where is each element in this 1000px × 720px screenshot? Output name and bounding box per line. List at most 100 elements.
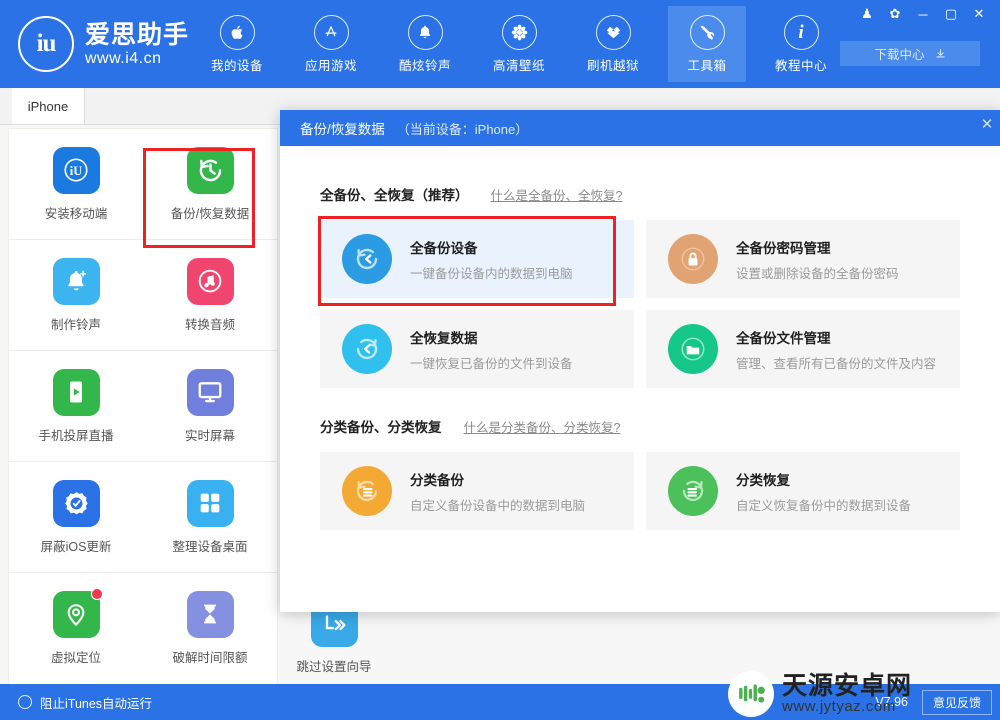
tool-label: 整理设备桌面 [172,539,248,554]
nav-item-ringtones[interactable]: 酷炫铃声 [386,6,464,82]
logo-url: www.i4.cn [85,49,162,67]
appstore-icon [313,14,349,50]
grid-row: 屏蔽iOS更新 整理设备桌面 [9,462,277,573]
tool-install-mobile[interactable]: iU 安装移动端 [9,129,143,239]
nav-item-tutorials[interactable]: i 教程中心 [762,6,840,82]
nav-label: 高清壁纸 [492,58,545,73]
arrange-desktop-icon [186,479,234,527]
maximize-icon[interactable]: ▢ [938,4,964,24]
section-header-full-backup: 全备份、全恢复（推荐） 什么是全备份、全恢复? [320,184,960,204]
grid-row: 虚拟定位 破解时间限额 [9,573,277,683]
tool-label: 实时屏幕 [184,428,235,443]
category-restore-icon [668,466,718,516]
card-category-backup[interactable]: 分类备份 自定义备份设备中的数据到电脑 [320,452,634,530]
tab-iphone[interactable]: iPhone [12,88,85,124]
app-logo: iu 爱思助手 www.i4.cn [18,16,189,72]
card-grid-full-backup: 全备份设备 一键备份设备内的数据到电脑 全备份密码管理 设置或删除设备的全备份密… [320,220,960,388]
info-icon: i [783,14,819,50]
tool-block-ios-update[interactable]: 屏蔽iOS更新 [9,462,143,572]
dialog-title-bar: 备份/恢复数据 （当前设备：iPhone） ✕ [280,110,1000,146]
card-subtitle: 一键恢复已备份的文件到设备 [410,356,573,371]
folder-icon [668,324,718,374]
backup-restore-dialog: 备份/恢复数据 （当前设备：iPhone） ✕ 全备份、全恢复（推荐） 什么是全… [280,110,1000,612]
dialog-device-label: （当前设备：iPhone） [396,121,529,137]
card-title: 全恢复数据 [410,330,478,346]
tool-make-ringtone[interactable]: 制作铃声 [9,240,143,350]
location-pin-icon [52,587,103,638]
ringtone-bell-icon [52,257,100,305]
card-title: 全备份文件管理 [736,330,831,346]
live-screen-icon [186,368,234,416]
tool-label: 转换音频 [184,317,235,332]
nav-label: 我的设备 [210,58,263,73]
card-title: 分类备份 [410,472,464,488]
status-bar-right: V7.96 意见反馈 [875,684,1000,720]
grid-row: 手机投屏直播 实时屏幕 [9,351,277,462]
section-help-link[interactable]: 什么是分类备份、分类恢复? [464,417,621,436]
card-subtitle: 一键备份设备内的数据到电脑 [410,266,573,281]
tool-arrange-desktop[interactable]: 整理设备桌面 [143,462,277,572]
app-header: iu 爱思助手 www.i4.cn 我的设备 应用游戏 酷炫铃声 高清壁纸 刷机… [0,0,1000,88]
tool-live-screen[interactable]: 实时屏幕 [143,351,277,461]
notification-badge [90,587,103,600]
tool-backup-restore[interactable]: 备份/恢复数据 [143,129,277,239]
tools-icon [689,14,725,50]
card-category-restore[interactable]: 分类恢复 自定义恢复备份中的数据到设备 [646,452,960,530]
section-title: 全备份、全恢复（推荐） [320,188,469,203]
card-full-backup-device[interactable]: 全备份设备 一键备份设备内的数据到电脑 [320,220,634,298]
download-center-button[interactable]: 下载中心 [840,41,980,66]
main-navigation: 我的设备 应用游戏 酷炫铃声 高清壁纸 刷机越狱 工具箱 i 教程中心 [190,6,848,82]
tool-label: 屏蔽iOS更新 [40,539,112,554]
nav-item-my-device[interactable]: 我的设备 [198,6,276,82]
tool-label: 制作铃声 [50,317,101,332]
nav-item-toolbox[interactable]: 工具箱 [668,6,746,82]
block-update-icon [52,479,100,527]
tool-label: 跳过设置向导 [296,660,372,674]
nav-item-flash-jailbreak[interactable]: 刷机越狱 [574,6,652,82]
screen-cast-icon [52,368,100,416]
tool-virtual-location[interactable]: 虚拟定位 [9,573,143,683]
logo-title: 爱思助手 [85,20,190,49]
backup-restore-icon [186,146,234,194]
feedback-button[interactable]: 意见反馈 [921,689,992,715]
tool-label: 破解时间限额 [172,650,248,665]
section-title: 分类备份、分类恢复 [320,420,442,435]
nav-item-apps-games[interactable]: 应用游戏 [292,6,370,82]
dialog-body: 全备份、全恢复（推荐） 什么是全备份、全恢复? 全备份设备 一键备份设备内的数据… [280,146,1000,530]
nav-label: 教程中心 [774,58,827,73]
minimize-icon[interactable]: ─ [910,4,936,24]
window-controls: ♟ ✿ ─ ▢ ✕ [854,4,992,24]
tool-crack-screen-time[interactable]: 破解时间限额 [143,573,277,683]
tool-screen-cast[interactable]: 手机投屏直播 [9,351,143,461]
close-icon[interactable]: ✕ [966,4,992,24]
block-itunes-label: 阻止iTunes自动运行 [40,696,153,711]
hourglass-icon [186,590,234,638]
download-center-label: 下载中心 [874,48,925,62]
settings-gear-icon[interactable]: ✿ [882,4,908,24]
svg-text:iU: iU [70,164,83,178]
tool-convert-audio[interactable]: 转换音频 [143,240,277,350]
dialog-close-icon[interactable]: ✕ [976,113,998,135]
card-title: 分类恢复 [736,472,790,488]
full-restore-icon [342,324,392,374]
dialog-title: 备份/恢复数据 [300,122,385,137]
card-backup-password-manage[interactable]: 全备份密码管理 设置或删除设备的全备份密码 [646,220,960,298]
tool-label: 虚拟定位 [50,650,101,665]
card-backup-file-manage[interactable]: 全备份文件管理 管理、查看所有已备份的文件及内容 [646,310,960,388]
full-backup-icon [342,234,392,284]
lock-icon [668,234,718,284]
block-itunes-toggle[interactable]: 阻止iTunes自动运行 [18,693,152,712]
grid-row: iU 安装移动端 备份/恢复数据 [9,129,277,240]
card-full-restore-data[interactable]: 全恢复数据 一键恢复已备份的文件到设备 [320,310,634,388]
section-help-link[interactable]: 什么是全备份、全恢复? [491,185,623,204]
skin-icon[interactable]: ♟ [854,4,880,24]
flower-icon [501,14,537,50]
version-label: V7.96 [875,695,908,709]
radio-icon [18,695,32,709]
download-arrow-icon [935,48,946,59]
toolbox-grid: iU 安装移动端 备份/恢复数据 制作铃声 转换音频 手机投屏直播 实时屏幕 屏… [8,128,278,686]
tool-label: 手机投屏直播 [38,428,114,443]
nav-label: 刷机越狱 [586,58,639,73]
nav-item-wallpapers[interactable]: 高清壁纸 [480,6,558,82]
